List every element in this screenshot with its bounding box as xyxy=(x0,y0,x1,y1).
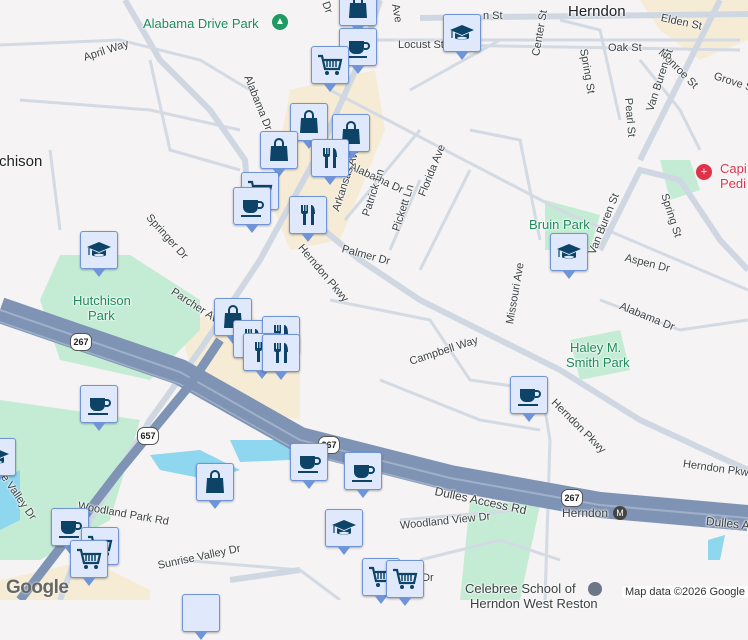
marker-cafe[interactable] xyxy=(344,452,382,498)
marker-cafe[interactable] xyxy=(80,385,118,431)
map-attribution[interactable]: Map data ©2026 Google xyxy=(621,586,748,598)
coffee-icon xyxy=(295,448,323,476)
poi-capital-pedi-line2[interactable]: Pedi xyxy=(720,176,746,191)
shopping-cart-icon xyxy=(391,565,419,593)
route-657-shield: 657 xyxy=(137,427,159,445)
shopping-bag-icon xyxy=(344,0,372,21)
graduation-cap-icon xyxy=(330,514,358,542)
metro-herndon[interactable]: Herndon xyxy=(562,506,608,520)
marker-grocery[interactable] xyxy=(70,540,108,586)
park-haley-line2: Smith Park xyxy=(566,355,630,370)
park-haley-line1: Haley M. xyxy=(570,340,622,355)
marker-cafe[interactable] xyxy=(510,376,548,422)
marker-restaurant[interactable] xyxy=(289,196,327,242)
park-alabama-drive: Alabama Drive Park xyxy=(143,16,259,31)
tree-icon: ▲ xyxy=(272,14,288,30)
route-267-shield: 267 xyxy=(561,489,583,507)
marker-grocery[interactable] xyxy=(386,560,424,606)
marker-school[interactable] xyxy=(550,233,588,279)
coffee-icon xyxy=(85,390,113,418)
graduation-cap-icon xyxy=(0,443,11,471)
coffee-icon xyxy=(56,513,84,541)
marker-shopping[interactable] xyxy=(339,0,377,34)
marker-school[interactable] xyxy=(325,509,363,555)
shopping-cart-icon xyxy=(316,51,344,79)
park-hutchison-line2: Park xyxy=(88,308,115,323)
shopping-bag-icon xyxy=(265,136,293,164)
marker-shopping[interactable] xyxy=(260,131,298,177)
fork-knife-icon xyxy=(294,201,322,229)
poi-celebree-line1[interactable]: Celebree School of xyxy=(465,581,576,596)
street-locust-st: Locust St xyxy=(398,39,444,51)
park-bruin: Bruin Park xyxy=(529,217,590,232)
place-herndon: Herndon xyxy=(568,3,626,20)
coffee-icon xyxy=(349,457,377,485)
marker-shopping[interactable] xyxy=(196,463,234,509)
marker-school[interactable] xyxy=(80,231,118,277)
poi-celebree-line2[interactable]: Herndon West Reston xyxy=(470,596,598,611)
street-elden-st: n St xyxy=(483,10,503,22)
marker-restaurant[interactable] xyxy=(262,334,300,380)
graduation-cap-icon xyxy=(448,19,476,47)
coffee-icon xyxy=(238,192,266,220)
google-logo: Google xyxy=(6,577,69,598)
coffee-icon xyxy=(515,381,543,409)
marker-school[interactable] xyxy=(0,438,16,484)
shopping-bag-icon xyxy=(295,108,323,136)
fork-knife-icon xyxy=(316,144,344,172)
marker-cafe[interactable] xyxy=(233,187,271,233)
place-hutchison: chison xyxy=(0,153,43,170)
marker-cafe[interactable] xyxy=(290,443,328,489)
fork-knife-icon xyxy=(267,339,295,367)
metro-icon: M xyxy=(613,506,627,520)
shopping-bag-icon xyxy=(201,468,229,496)
hospital-icon[interactable]: + xyxy=(696,164,712,180)
marker-school[interactable] xyxy=(443,14,481,60)
route-267-shield: 267 xyxy=(70,333,92,351)
graduation-cap-icon xyxy=(555,238,583,266)
shopping-cart-icon xyxy=(75,545,103,573)
poi-capital-pedi-line1[interactable]: Capi xyxy=(720,161,747,176)
marker-grocery[interactable] xyxy=(311,46,349,92)
poi-pin-icon[interactable] xyxy=(588,582,602,596)
park-hutchison-line1: Hutchison xyxy=(73,293,131,308)
graduation-cap-icon xyxy=(85,236,113,264)
street-oak-st: Oak St xyxy=(608,42,642,54)
marker-restaurant[interactable] xyxy=(311,139,349,185)
